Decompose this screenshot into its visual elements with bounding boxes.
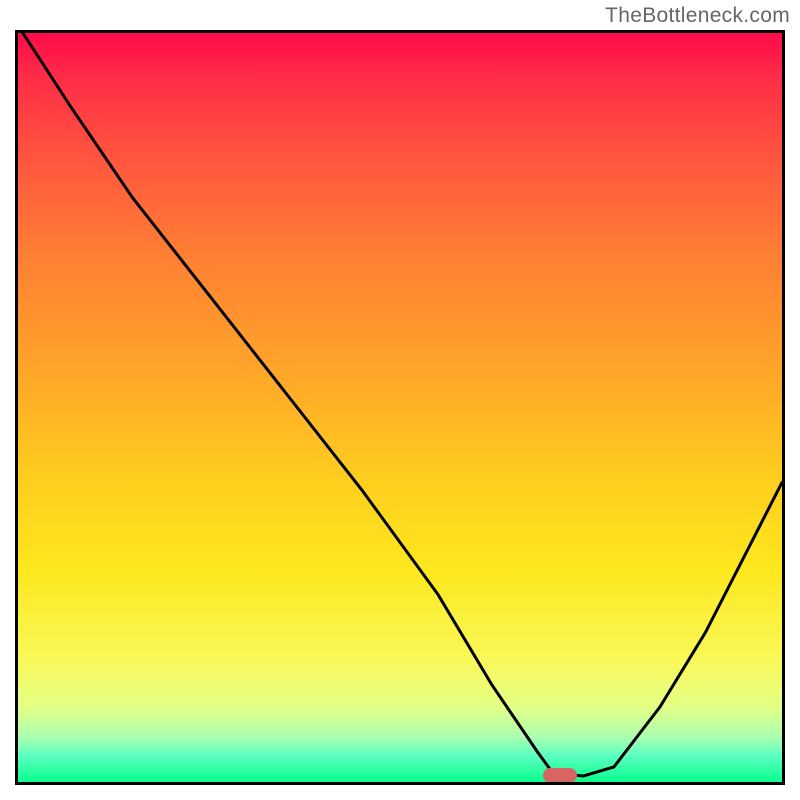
chart-optimal-marker <box>543 768 577 783</box>
chart-line-svg <box>18 33 782 782</box>
watermark-text: TheBottleneck.com <box>605 4 790 28</box>
chart-line-path <box>18 33 782 776</box>
chart-plot-area <box>15 30 785 785</box>
